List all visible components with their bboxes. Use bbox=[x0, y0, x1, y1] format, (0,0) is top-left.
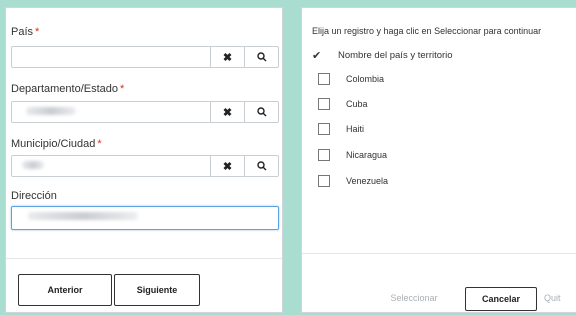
list-item[interactable]: Nicaragua bbox=[318, 148, 387, 162]
city-field: ✖ bbox=[11, 155, 279, 177]
state-clear-button[interactable]: ✖ bbox=[210, 102, 244, 122]
clear-icon: ✖ bbox=[222, 160, 233, 173]
address-label-text: Dirección bbox=[11, 190, 57, 202]
state-search-button[interactable] bbox=[244, 102, 278, 122]
list-item[interactable]: Colombia bbox=[318, 72, 384, 86]
checkbox[interactable] bbox=[318, 149, 330, 161]
address-input[interactable] bbox=[11, 206, 279, 230]
search-icon bbox=[256, 161, 266, 171]
list-item-label: Colombia bbox=[346, 74, 385, 84]
picker-list-header: ✔ Nombre del país y territorio bbox=[312, 46, 576, 64]
address-form-panel: País * ✖ Departamento/Estado * ✖ Municipio… bbox=[5, 7, 283, 313]
required-mark: * bbox=[97, 138, 102, 150]
select-button-label: Seleccionar bbox=[390, 293, 438, 303]
country-clear-button[interactable]: ✖ bbox=[210, 47, 244, 67]
state-label-text: Departamento/Estado bbox=[11, 83, 119, 95]
state-field: ✖ bbox=[11, 101, 279, 123]
checkbox[interactable] bbox=[318, 175, 330, 187]
city-value[interactable] bbox=[12, 156, 210, 176]
list-item-label: Nicaragua bbox=[346, 150, 388, 160]
search-icon bbox=[256, 52, 266, 62]
column-title: Nombre del país y territorio bbox=[338, 49, 453, 61]
state-label: Departamento/Estado * bbox=[11, 83, 124, 95]
next-button[interactable]: Siguiente bbox=[114, 274, 200, 306]
redacted-value bbox=[28, 212, 138, 220]
checkbox[interactable] bbox=[318, 123, 330, 135]
country-value[interactable] bbox=[12, 47, 210, 67]
cancel-button-label: Cancelar bbox=[481, 294, 521, 304]
clear-icon: ✖ bbox=[222, 106, 233, 119]
list-item[interactable]: Cuba bbox=[318, 97, 368, 111]
list-item-label: Haiti bbox=[346, 124, 365, 134]
next-button-label: Siguiente bbox=[136, 285, 178, 295]
list-item[interactable]: Venezuela bbox=[318, 174, 388, 188]
back-button-label: Anterior bbox=[47, 285, 83, 295]
list-item[interactable]: Haiti bbox=[318, 122, 364, 136]
city-clear-button[interactable]: ✖ bbox=[210, 156, 244, 176]
checkbox[interactable] bbox=[318, 98, 330, 110]
remove-button[interactable]: Quit bbox=[544, 287, 574, 309]
required-mark: * bbox=[120, 83, 125, 95]
redacted-value bbox=[26, 107, 76, 115]
redacted-value bbox=[22, 161, 44, 169]
remove-button-label: Quit bbox=[544, 293, 561, 303]
divider bbox=[6, 258, 282, 259]
list-item-label: Venezuela bbox=[346, 176, 389, 186]
city-search-button[interactable] bbox=[244, 156, 278, 176]
checkmark-icon[interactable]: ✔ bbox=[312, 49, 330, 62]
country-label: País * bbox=[11, 26, 39, 38]
country-search-button[interactable] bbox=[244, 47, 278, 67]
cancel-button[interactable]: Cancelar bbox=[465, 287, 537, 311]
required-mark: * bbox=[35, 26, 40, 38]
country-picker-panel: Elija un registro y haga clic en Selecci… bbox=[301, 7, 576, 313]
back-button[interactable]: Anterior bbox=[18, 274, 112, 306]
address-label: Dirección bbox=[11, 190, 57, 202]
city-label: Municipio/Ciudad * bbox=[11, 138, 102, 150]
state-value[interactable] bbox=[12, 102, 210, 122]
list-item-label: Cuba bbox=[346, 99, 368, 109]
city-label-text: Municipio/Ciudad bbox=[11, 138, 96, 150]
divider bbox=[302, 253, 576, 254]
picker-instruction: Elija un registro y haga clic en Selecci… bbox=[312, 26, 542, 36]
search-icon bbox=[256, 107, 266, 117]
checkbox[interactable] bbox=[318, 73, 330, 85]
country-label-text: País bbox=[11, 26, 34, 38]
country-field: ✖ bbox=[11, 46, 279, 68]
select-button[interactable]: Seleccionar bbox=[377, 287, 451, 309]
clear-icon: ✖ bbox=[222, 51, 233, 64]
